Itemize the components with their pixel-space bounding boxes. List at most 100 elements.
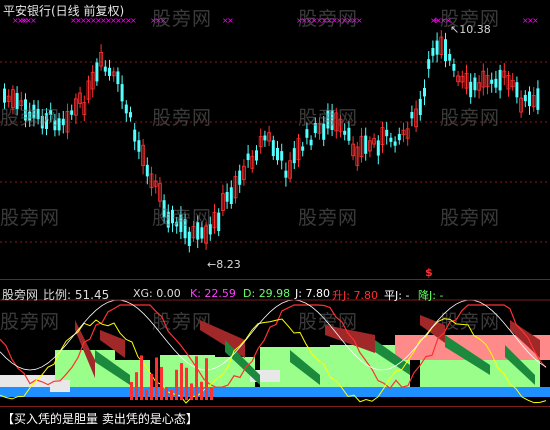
watermark: 股旁网 <box>298 8 359 30</box>
xg-value: 0.00 <box>156 287 181 300</box>
candle-body <box>246 153 250 161</box>
candle-body <box>343 130 347 135</box>
candle-body <box>418 98 422 116</box>
candle-body <box>129 112 132 118</box>
candle-body <box>523 94 527 102</box>
candlestick-chart[interactable]: ×××××× ××××××××××××× ××× ×× ××××××××××××× ×××… <box>0 0 550 280</box>
watermark: 股旁网 <box>440 207 501 229</box>
candle-body <box>124 104 128 114</box>
candle-body <box>263 135 267 141</box>
candle-body <box>427 59 431 69</box>
candle-body <box>284 170 288 178</box>
white-area <box>0 375 55 387</box>
candle-body <box>271 140 275 157</box>
candle-body <box>448 54 452 61</box>
watermark: 股旁网 <box>298 207 359 229</box>
candle-body <box>229 187 233 205</box>
candle-body <box>309 139 313 146</box>
up-j-readout: 升J: 7.80 <box>332 287 378 303</box>
candle-body <box>255 150 258 161</box>
flat-j-value: - <box>405 289 410 302</box>
price-chart-panel[interactable]: × × × × × × × × × × × × × × × × × × × × × × × × × × × × × × × × × × × × × × × ×… <box>0 0 550 280</box>
up-j-value: 7.80 <box>353 289 378 302</box>
candle-body <box>70 110 74 115</box>
ratio-readout: 比例: 51.45 <box>43 286 109 303</box>
candle-body <box>301 146 305 151</box>
candle-body <box>145 164 149 177</box>
candle-body <box>305 129 309 138</box>
j-readout: J: 7.80 <box>295 287 330 300</box>
signal-bar <box>180 363 183 400</box>
candle-body <box>389 137 393 142</box>
candle-body <box>217 212 221 232</box>
signal-bar <box>195 356 198 400</box>
footer-slogan: 【买入凭的是胆量 卖出凭的是心态】 <box>2 412 198 426</box>
candle-body <box>385 129 389 137</box>
marker-x-icon: × <box>130 16 137 25</box>
candle-body <box>376 140 380 156</box>
low-price-label: ←8.23 <box>207 258 241 271</box>
candle-body <box>444 39 447 62</box>
ratio-label: 比例: <box>43 288 72 302</box>
candle-body <box>292 148 296 164</box>
down-j-readout: 降J: - <box>418 287 443 303</box>
candle-body <box>364 135 368 154</box>
candle-body <box>423 87 426 97</box>
watermark: 股旁网 <box>298 107 359 129</box>
d-readout: D: 29.98 <box>243 287 290 300</box>
watermark: 股旁网 <box>440 8 501 30</box>
candle-body <box>515 82 519 98</box>
up-j-label: 升J: <box>332 289 350 302</box>
k-label: K: <box>190 287 201 300</box>
watermark: 股旁网 <box>152 107 213 129</box>
signal-bar <box>150 373 153 400</box>
watermark: 股旁网 <box>440 107 501 129</box>
watermark: 股旁网 <box>152 207 213 229</box>
candle-body <box>225 191 229 202</box>
signal-bar <box>140 355 143 400</box>
watermark: 股旁网 <box>0 207 61 229</box>
signal-bar <box>170 389 173 400</box>
signal-bar <box>200 381 203 400</box>
marker-x-icon: × <box>532 16 539 25</box>
candle-body <box>490 79 494 84</box>
signal-bar <box>155 357 158 400</box>
flat-j-label: 平J: <box>384 289 402 302</box>
d-value: 29.98 <box>258 287 291 300</box>
low-price-value: 8.23 <box>216 258 241 271</box>
signal-bar <box>165 387 168 400</box>
ratio-value: 51.45 <box>74 288 110 302</box>
d-label: D: <box>243 287 256 300</box>
watermark: 股旁网 <box>0 107 61 129</box>
candle-body <box>528 91 531 107</box>
xg-label: XG: <box>133 287 153 300</box>
candle-body <box>116 71 120 85</box>
candle-body <box>494 78 498 88</box>
signal-bar <box>205 358 208 400</box>
xg-readout: XG: 0.00 <box>133 287 181 300</box>
candle-body <box>536 88 540 110</box>
candle-body <box>187 231 191 246</box>
candle-body <box>397 134 401 141</box>
candle-body <box>133 129 137 142</box>
candle-body <box>431 48 435 56</box>
candle-body <box>410 112 414 119</box>
signal-bar <box>175 369 178 400</box>
indicator-site-name: 股旁网 <box>2 288 39 302</box>
candle-body <box>473 77 477 91</box>
red-ribbon <box>200 320 245 358</box>
candle-body <box>469 81 473 98</box>
candle-body <box>393 141 397 146</box>
candle-body <box>95 62 99 82</box>
candle-body <box>103 66 107 72</box>
low-arrow-icon: ← <box>207 258 217 271</box>
watermark: 股旁网 <box>152 8 213 30</box>
candle-body <box>61 118 65 126</box>
signal-bar <box>190 383 193 400</box>
down-j-value: - <box>439 289 444 302</box>
j-label: J: <box>295 287 302 300</box>
signal-bar <box>135 372 138 400</box>
blue-band <box>0 387 550 397</box>
candle-body <box>435 40 439 55</box>
k-value: 22.59 <box>204 287 236 300</box>
